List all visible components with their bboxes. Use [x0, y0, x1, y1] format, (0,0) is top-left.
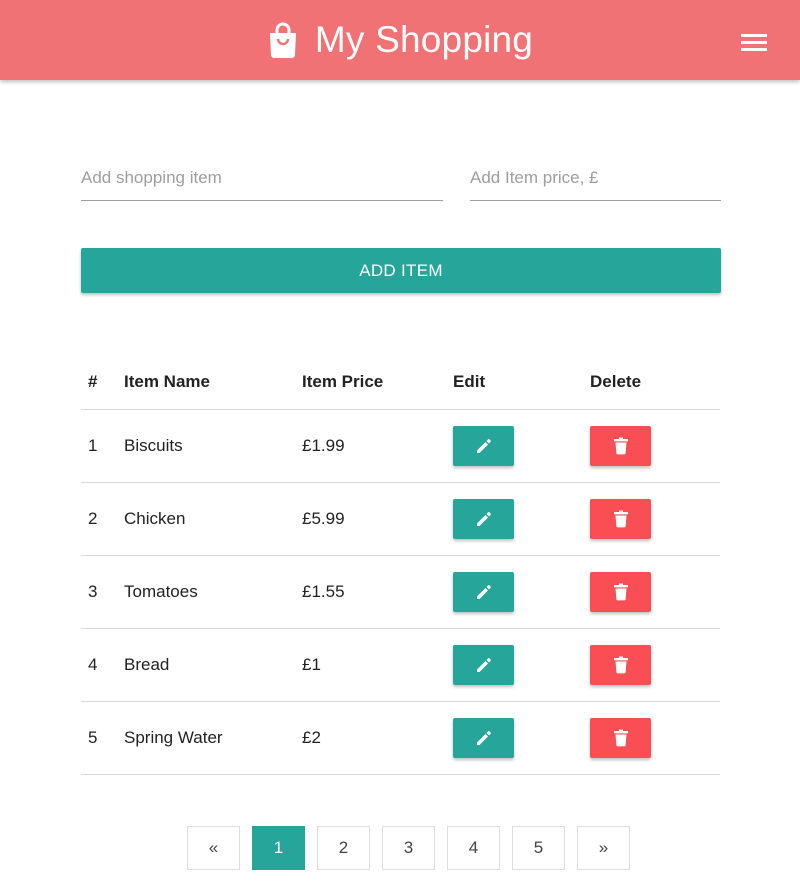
shopping-bag-icon [269, 22, 296, 58]
edit-cell [453, 702, 514, 774]
navbar: My Shopping [0, 0, 800, 80]
row-item-price: £1 [302, 655, 321, 674]
delete-cell [590, 556, 651, 628]
row-item-name: Bread [124, 655, 170, 674]
table-row: 2 Chicken £5.99 [81, 483, 720, 556]
row-number: 4 [88, 655, 98, 674]
header-delete: Delete [590, 371, 642, 391]
pagination: « 1 2 3 4 5 » [187, 826, 642, 870]
table-row: 1 Biscuits £1.99 [81, 410, 720, 483]
add-item-button[interactable]: ADD ITEM [81, 248, 721, 293]
header-edit: Edit [453, 371, 486, 391]
table-row: 4 Bread £1 [81, 629, 720, 702]
page-prev[interactable]: « [187, 826, 240, 870]
trash-icon [613, 583, 628, 601]
item-name-input[interactable] [81, 155, 443, 201]
item-name-field [81, 155, 443, 201]
delete-button[interactable] [590, 572, 651, 612]
table-row: 5 Spring Water £2 [81, 702, 720, 775]
edit-cell [453, 410, 514, 482]
row-item-name: Tomatoes [124, 582, 198, 601]
edit-button[interactable] [453, 718, 514, 758]
delete-cell [590, 410, 651, 482]
row-item-price: £1.99 [302, 436, 345, 455]
delete-button[interactable] [590, 499, 651, 539]
pencil-icon [476, 512, 491, 526]
table-row: 3 Tomatoes £1.55 [81, 556, 720, 629]
delete-cell [590, 702, 651, 774]
row-item-name: Chicken [124, 509, 186, 528]
trash-icon [613, 437, 628, 455]
page-3[interactable]: 3 [382, 826, 435, 870]
header-item-price: Item Price [302, 371, 384, 391]
page-4[interactable]: 4 [447, 826, 500, 870]
delete-button[interactable] [590, 645, 651, 685]
delete-cell [590, 483, 651, 555]
edit-cell [453, 483, 514, 555]
edit-cell [453, 629, 514, 701]
row-number: 1 [88, 436, 98, 455]
page-5[interactable]: 5 [512, 826, 565, 870]
header-number: # [88, 371, 98, 391]
page-2[interactable]: 2 [317, 826, 370, 870]
pencil-icon [476, 731, 491, 745]
row-number: 3 [88, 582, 98, 601]
pencil-icon [476, 658, 491, 672]
edit-button[interactable] [453, 426, 514, 466]
row-number: 2 [88, 509, 98, 528]
edit-button[interactable] [453, 645, 514, 685]
trash-icon [613, 510, 628, 528]
edit-button[interactable] [453, 572, 514, 612]
row-item-price: £5.99 [302, 509, 345, 528]
row-number: 5 [88, 728, 98, 747]
trash-icon [613, 656, 628, 674]
table-header: # Item Name Item Price Edit Delete [81, 354, 720, 410]
edit-cell [453, 556, 514, 628]
pencil-icon [476, 439, 491, 453]
shopping-table: # Item Name Item Price Edit Delete 1 Bisc… [81, 354, 720, 775]
trash-icon [613, 729, 628, 747]
row-item-name: Spring Water [124, 728, 223, 747]
brand[interactable]: My Shopping [0, 0, 800, 80]
delete-button[interactable] [590, 426, 651, 466]
pencil-icon [476, 585, 491, 599]
row-item-name: Biscuits [124, 436, 183, 455]
item-price-input[interactable] [470, 155, 721, 201]
delete-cell [590, 629, 651, 701]
row-item-price: £2 [302, 728, 321, 747]
item-price-field [470, 155, 721, 201]
row-item-price: £1.55 [302, 582, 345, 601]
hamburger-menu-icon[interactable] [741, 32, 767, 52]
delete-button[interactable] [590, 718, 651, 758]
page-next[interactable]: » [577, 826, 630, 870]
page-1[interactable]: 1 [252, 826, 305, 870]
page-title: My Shopping [314, 19, 534, 60]
header-item-name: Item Name [124, 371, 210, 391]
edit-button[interactable] [453, 499, 514, 539]
